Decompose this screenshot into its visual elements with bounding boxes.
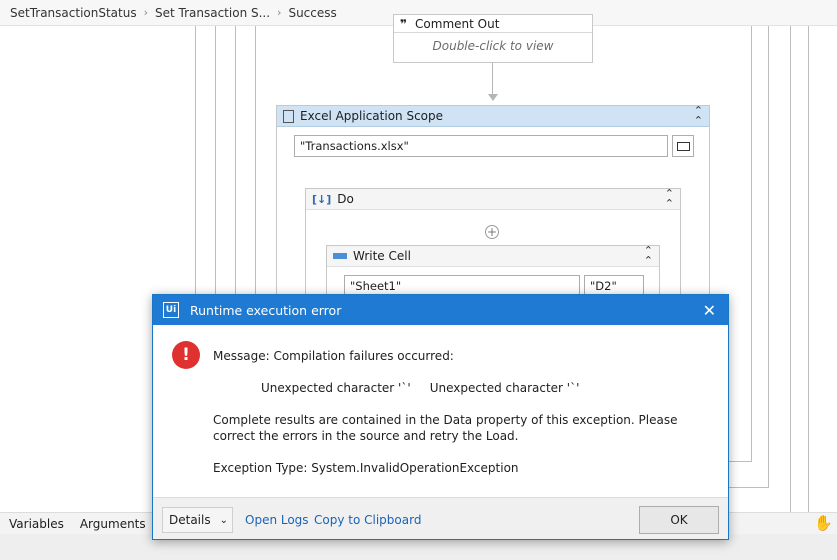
- error-circle-icon: !: [172, 341, 200, 369]
- tab-variables[interactable]: Variables: [9, 517, 64, 531]
- excel-scope-title: Excel Application Scope: [300, 109, 444, 123]
- excel-scope-header[interactable]: Excel Application Scope ⌃ ⌃: [277, 105, 709, 127]
- comment-out-body: Double-click to view: [432, 39, 554, 53]
- details-dropdown[interactable]: Details ⌄: [162, 507, 233, 533]
- breadcrumb-item-success[interactable]: Success: [288, 6, 336, 20]
- close-icon[interactable]: ✕: [703, 301, 716, 320]
- workbook-path-input[interactable]: "Transactions.xlsx": [294, 135, 668, 157]
- connector-line: [492, 63, 493, 97]
- write-cell-icon: [333, 253, 347, 259]
- error-message: Message: Compilation failures occurred:: [213, 349, 454, 363]
- dialog-title: Runtime execution error: [190, 302, 342, 318]
- comment-out-title: Comment Out: [415, 16, 500, 31]
- sequence-icon: [↓]: [312, 192, 332, 206]
- write-cell-title: Write Cell: [353, 249, 411, 263]
- dialog-footer: Details ⌄ Open Logs Copy to Clipboard OK: [153, 497, 728, 539]
- comment-out-header: ❞ Comment Out: [394, 15, 592, 33]
- hand-pan-icon[interactable]: ✋: [814, 514, 833, 532]
- tab-arguments[interactable]: Arguments: [80, 517, 146, 531]
- ok-button[interactable]: OK: [639, 506, 719, 534]
- uipath-app-icon: Ui: [163, 302, 179, 318]
- copy-to-clipboard-link[interactable]: Copy to Clipboard: [314, 513, 421, 527]
- do-sequence-header[interactable]: [↓] Do ⌃ ⌃: [306, 188, 680, 210]
- dialog-title-bar: Ui Runtime execution error ✕: [153, 295, 728, 325]
- comment-out-activity[interactable]: ❞ Comment Out Double-click to view: [393, 14, 593, 63]
- arrow-down-icon: [488, 94, 498, 101]
- canvas-divider-right: [790, 26, 791, 512]
- breadcrumb-item-activity[interactable]: Set Transaction S...: [155, 6, 270, 20]
- comment-out-icon: ❞: [400, 16, 408, 31]
- add-activity-icon[interactable]: +: [485, 225, 499, 239]
- do-sequence-title: Do: [337, 192, 354, 206]
- chevron-right-icon: ›: [143, 6, 148, 19]
- details-label: Details: [169, 513, 211, 527]
- excel-workbook-icon: [283, 109, 294, 123]
- collapse-icon[interactable]: ⌃ ⌃: [644, 245, 653, 266]
- chevron-right-icon: ›: [277, 6, 282, 19]
- collapse-icon[interactable]: ⌃ ⌃: [694, 105, 703, 126]
- error-detail: Unexpected character '`' Unexpected char…: [261, 381, 580, 395]
- canvas-divider-far-right: [808, 26, 809, 512]
- folder-browse-icon[interactable]: [672, 135, 694, 157]
- collapse-icon[interactable]: ⌃ ⌃: [665, 188, 674, 209]
- open-logs-link[interactable]: Open Logs: [245, 513, 309, 527]
- runtime-error-dialog: Ui Runtime execution error ✕ ! Message: …: [152, 294, 729, 540]
- breadcrumb-item-workflow[interactable]: SetTransactionStatus: [10, 6, 137, 20]
- exception-type: Exception Type: System.InvalidOperationE…: [213, 461, 519, 475]
- error-results-text: Complete results are contained in the Da…: [213, 413, 678, 443]
- write-cell-header[interactable]: Write Cell ⌃ ⌃: [327, 245, 659, 267]
- chevron-down-icon: ⌄: [219, 514, 228, 526]
